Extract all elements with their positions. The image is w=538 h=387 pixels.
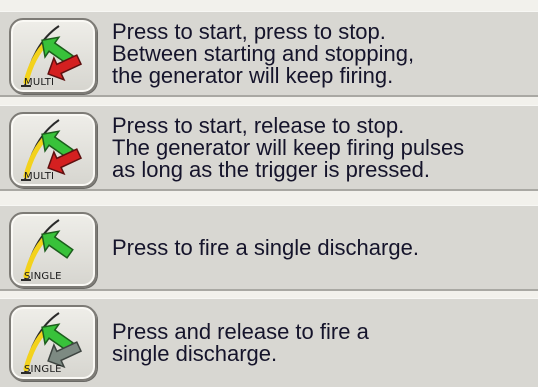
mode-label: MULTI	[24, 171, 55, 182]
mode-description: Press to fire a single discharge.	[112, 206, 538, 289]
multi-hold-mode-button[interactable]: MULTI	[9, 112, 97, 188]
mode-description: Press and release to fire a single disch…	[112, 299, 538, 387]
description-line: the generator will keep firing.	[112, 62, 394, 88]
multi-toggle-mode-button[interactable]: MULTI	[9, 18, 97, 94]
mode-description: Press to start, release to stop. The gen…	[112, 106, 538, 189]
mode-row-single-release: SINGLE Press and release to fire a singl…	[0, 298, 538, 387]
description-line: Press to start, press to stop.	[112, 18, 386, 44]
description-line: The generator will keep firing pulses	[112, 134, 465, 160]
mode-label: SINGLE	[24, 271, 62, 282]
single-press-mode-button[interactable]: SINGLE	[9, 212, 97, 288]
description-line: as long as the trigger is pressed.	[112, 156, 430, 182]
mode-selection-screen: MULTI Press to start, press to stop. Bet…	[0, 0, 538, 387]
mode-row-multi-toggle: MULTI Press to start, press to stop. Bet…	[0, 11, 538, 97]
description-line: Between starting and stopping,	[112, 40, 415, 66]
mode-row-single-press: SINGLE Press to fire a single discharge.	[0, 205, 538, 291]
description-line: Press and release to fire a	[112, 319, 369, 344]
mode-label: SINGLE	[24, 364, 62, 375]
single-release-mode-button[interactable]: SINGLE	[9, 305, 97, 381]
mode-row-multi-hold: MULTI Press to start, release to stop. T…	[0, 105, 538, 191]
description-line: Press to fire a single discharge.	[112, 234, 419, 260]
mode-description: Press to start, press to stop. Between s…	[112, 12, 538, 95]
description-line: single discharge.	[112, 341, 278, 366]
description-line: Press to start, release to stop.	[112, 112, 405, 138]
mode-label: MULTI	[24, 77, 55, 88]
